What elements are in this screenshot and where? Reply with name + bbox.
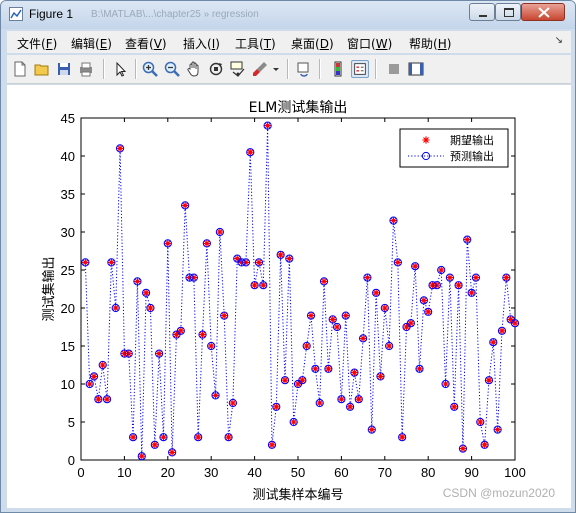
y-tick-label: 25: [61, 263, 75, 278]
zoom-out-icon[interactable]: [163, 60, 181, 78]
y-tick-label: 40: [61, 149, 75, 164]
x-tick-label: 70: [378, 465, 392, 480]
x-tick-label: 60: [334, 465, 348, 480]
figure-canvas: ELM测试集输出 测试集样本编号 测试集输出 0 10 20 30 40 50 60 70 80…: [7, 85, 571, 508]
print-icon[interactable]: [77, 60, 95, 78]
y-tick-label: 0: [68, 453, 75, 468]
y-tick-label: 15: [61, 339, 75, 354]
legend-label-expected: 期望输出: [450, 133, 494, 147]
title-bar[interactable]: Figure 1 B:\MATLAB\...\chapter25 » regre…: [1, 1, 575, 29]
x-axis-label: 测试集样本编号: [252, 487, 343, 503]
maximize-button[interactable]: [495, 3, 521, 21]
chart-legend[interactable]: 期望输出预测输出: [399, 128, 509, 168]
y-tick-label: 45: [61, 111, 75, 126]
figure-toolbar: [7, 55, 571, 84]
window-title: Figure 1: [29, 7, 74, 21]
menu-item-i[interactable]: 插入(I): [183, 35, 220, 52]
x-tick-label: 80: [421, 465, 435, 480]
y-axis-label: 测试集输出: [41, 256, 57, 321]
x-tick-label: 40: [247, 465, 261, 480]
matlab-figure-icon: [9, 7, 23, 21]
menu-item-d[interactable]: 桌面(D): [291, 35, 334, 52]
x-tick-label: 100: [504, 465, 526, 480]
y-tick-label: 10: [61, 377, 75, 392]
menu-item-t[interactable]: 工具(T): [235, 35, 276, 52]
link-plot-icon[interactable]: [295, 60, 313, 78]
menu-item-e[interactable]: 编辑(E): [71, 35, 112, 52]
close-icon: [538, 7, 550, 18]
x-tick-label: 30: [204, 465, 218, 480]
new-figure-icon[interactable]: [11, 60, 29, 78]
minimize-button[interactable]: [469, 3, 495, 21]
y-tick-label: 30: [61, 225, 75, 240]
show-plot-tools-icon[interactable]: [407, 60, 425, 78]
rotate-3d-icon[interactable]: [207, 60, 225, 78]
x-tick-label: 10: [117, 465, 131, 480]
window-title-ghost: B:\MATLAB\...\chapter25 » regression: [91, 9, 259, 20]
pan-hand-icon[interactable]: [185, 60, 203, 78]
x-tick-label: 90: [464, 465, 478, 480]
plot-svg[interactable]: ELM测试集输出 测试集样本编号 测试集输出 0 10 20 30 40 50 60 70 80…: [7, 85, 571, 508]
legend-icon[interactable]: [351, 60, 369, 78]
menu-item-w[interactable]: 窗口(W): [347, 35, 392, 52]
x-tick-label: 50: [291, 465, 305, 480]
x-tick-label: 0: [77, 465, 84, 480]
open-file-icon[interactable]: [33, 60, 51, 78]
y-tick-label: 35: [61, 187, 75, 202]
menu-item-h[interactable]: 帮助(H): [409, 35, 451, 52]
brush-icon[interactable]: [251, 60, 269, 78]
menu-item-f[interactable]: 文件(F): [17, 35, 57, 52]
dock-icon[interactable]: ↘: [555, 35, 563, 46]
menu-item-v[interactable]: 查看(V): [125, 35, 167, 52]
minimize-icon: [479, 15, 487, 17]
chart-title: ELM测试集输出: [249, 99, 348, 116]
legend-label-predicted: 预测输出: [450, 149, 494, 163]
save-icon[interactable]: [55, 60, 73, 78]
brush-dropdown-icon[interactable]: [271, 60, 281, 78]
hide-plot-tools-icon[interactable]: [385, 60, 403, 78]
menu-bar: 文件(F) 编辑(E) 查看(V) 插入(I) 工具(T) 桌面(D) 窗口(W) 帮助(H)…: [7, 31, 571, 53]
x-tick-label: 20: [161, 465, 175, 480]
y-tick-label: 20: [61, 301, 75, 316]
data-cursor-icon[interactable]: [229, 60, 247, 78]
edit-plot-arrow-icon[interactable]: [111, 60, 129, 78]
maximize-icon: [504, 8, 514, 17]
y-tick-label: 5: [68, 415, 75, 430]
figure-window: Figure 1 B:\MATLAB\...\chapter25 » regre…: [0, 0, 576, 513]
colorbar-icon[interactable]: [329, 60, 347, 78]
watermark-text: CSDN @mozun2020: [442, 486, 555, 500]
close-button[interactable]: [521, 3, 565, 21]
zoom-in-icon[interactable]: [141, 60, 159, 78]
